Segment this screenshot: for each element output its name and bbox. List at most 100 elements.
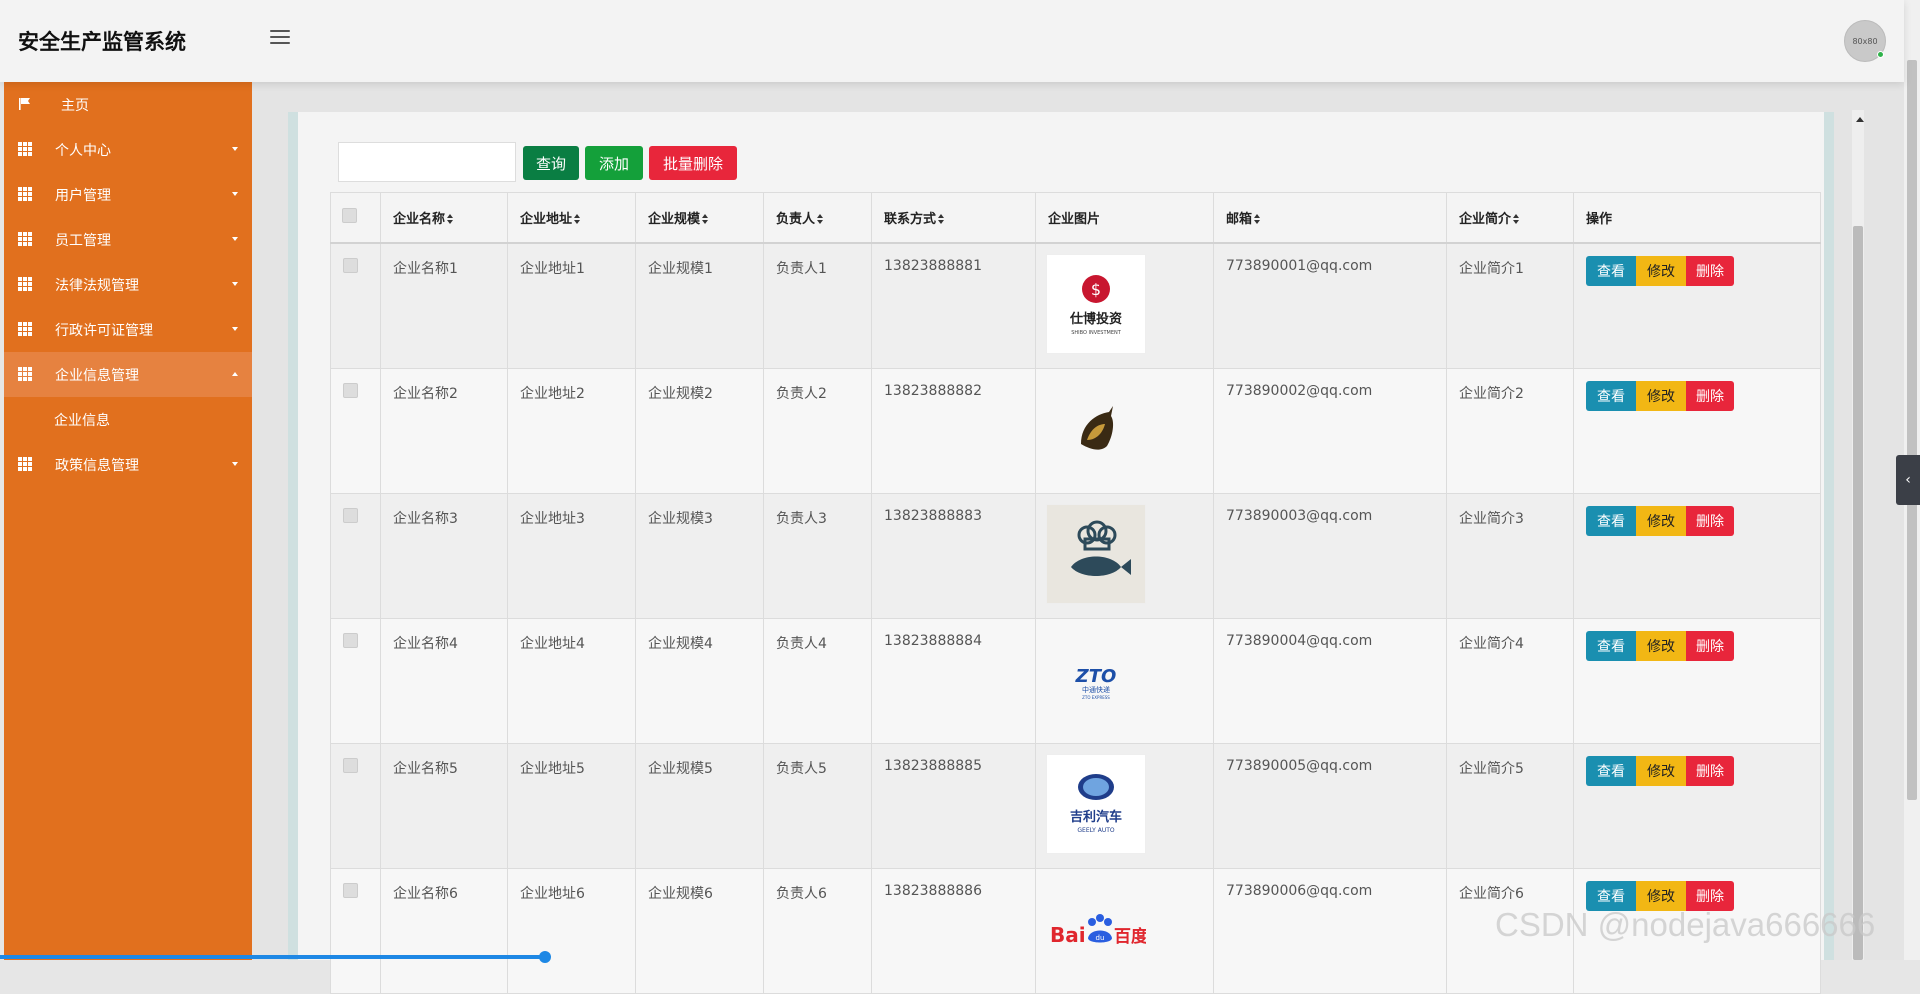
cell-actions: 查看 修改 删除	[1573, 492, 1821, 619]
progress-knob[interactable]	[539, 951, 551, 963]
flag-icon	[19, 98, 30, 110]
chevron-down-icon	[232, 237, 238, 241]
cell-intro: 企业简介1	[1446, 242, 1574, 369]
progress-bar[interactable]	[0, 951, 551, 963]
column-header-label: 企业名称	[393, 211, 446, 227]
sort-icon[interactable]	[447, 214, 454, 225]
view-button[interactable]: 查看	[1586, 630, 1636, 661]
column-header: 操作	[1573, 192, 1821, 244]
column-header[interactable]: 邮箱	[1213, 192, 1447, 244]
column-header-label: 操作	[1586, 211, 1613, 227]
sort-icon[interactable]	[817, 214, 824, 225]
search-input[interactable]	[338, 142, 516, 182]
column-header-label: 负责人	[776, 211, 816, 227]
scroll-up-icon[interactable]	[1856, 117, 1864, 122]
edit-button[interactable]: 修改	[1636, 505, 1686, 536]
row-select-cell	[330, 367, 381, 494]
cell-owner: 负责人3	[763, 492, 872, 619]
view-button[interactable]: 查看	[1586, 380, 1636, 411]
column-header[interactable]: 企业地址	[507, 192, 636, 244]
select-all-checkbox[interactable]	[342, 207, 357, 223]
column-header[interactable]: 联系方式	[871, 192, 1036, 244]
batch-delete-button[interactable]: 批量删除	[649, 146, 737, 180]
menu-toggle-icon[interactable]	[270, 30, 290, 46]
cell-owner: 负责人5	[763, 742, 872, 869]
sidebar-item-employee-management[interactable]: 员工管理	[4, 217, 252, 262]
column-header[interactable]: 负责人	[763, 192, 872, 244]
sort-icon[interactable]	[1513, 214, 1520, 225]
cell-address: 企业地址3	[507, 492, 636, 619]
view-button[interactable]: 查看	[1586, 505, 1636, 536]
row-select-cell	[330, 492, 381, 619]
row-checkbox[interactable]	[343, 632, 358, 648]
row-select-cell	[330, 242, 381, 369]
delete-button[interactable]: 删除	[1686, 380, 1734, 411]
column-header[interactable]: 企业名称	[380, 192, 508, 244]
sidebar-item-laws[interactable]: 法律法规管理	[4, 262, 252, 307]
column-header-label: 企业图片	[1048, 211, 1101, 227]
sidebar-item-label: 员工管理	[55, 232, 111, 249]
chevron-left-icon: ‹	[1905, 472, 1911, 488]
table-row: 企业名称2 企业地址2 企业规模2 负责人2 13823888882 77389…	[330, 367, 1821, 494]
sidebar-item-home[interactable]: 主页	[4, 82, 252, 127]
column-header[interactable]: 企业简介	[1446, 192, 1574, 244]
sidebar-item-label: 企业信息管理	[55, 367, 139, 384]
sidebar-subitem-enterprise-info[interactable]: 企业信息	[4, 397, 252, 442]
sort-icon[interactable]	[938, 214, 945, 225]
delete-button[interactable]: 删除	[1686, 255, 1734, 286]
enterprise-image: Bai du 百度	[1046, 879, 1146, 979]
cell-scale: 企业规模2	[635, 367, 764, 494]
row-checkbox[interactable]	[343, 507, 358, 523]
enterprise-image	[1046, 379, 1146, 479]
row-checkbox[interactable]	[343, 382, 358, 398]
sort-icon[interactable]	[1254, 214, 1261, 225]
logo-text: 百度	[1114, 926, 1146, 947]
delete-button[interactable]: 删除	[1686, 755, 1734, 786]
sidebar-item-policy[interactable]: 政策信息管理	[4, 442, 252, 487]
column-header[interactable]: 企业规模	[635, 192, 764, 244]
edit-button[interactable]: 修改	[1636, 255, 1686, 286]
chevron-down-icon	[232, 282, 238, 286]
view-button[interactable]: 查看	[1586, 755, 1636, 786]
sort-icon[interactable]	[574, 214, 581, 225]
query-button[interactable]: 查询	[523, 146, 579, 180]
sidebar-item-personal-center[interactable]: 个人中心	[4, 127, 252, 172]
delete-button[interactable]: 删除	[1686, 505, 1734, 536]
edit-button[interactable]: 修改	[1636, 755, 1686, 786]
sort-icon[interactable]	[702, 214, 709, 225]
grid-icon	[18, 277, 32, 291]
avatar[interactable]: 80x80	[1844, 20, 1886, 62]
chevron-down-icon	[232, 192, 238, 196]
sidebar-item-user-management[interactable]: 用户管理	[4, 172, 252, 217]
cell-image: ZTO 中通快递 ZTO EXPRESS	[1035, 617, 1214, 744]
column-header-label: 邮箱	[1226, 211, 1253, 227]
collapse-panel-tab[interactable]: ‹	[1896, 455, 1920, 505]
chevron-up-icon	[232, 372, 238, 376]
add-button[interactable]: 添加	[585, 146, 643, 180]
enterprise-image: $ 仕博投资 SHIBO INVESTMENT	[1046, 253, 1146, 354]
sidebar-item-enterprise-info[interactable]: 企业信息管理	[4, 352, 252, 397]
edit-button[interactable]: 修改	[1636, 630, 1686, 661]
delete-button[interactable]: 删除	[1686, 630, 1734, 661]
row-checkbox[interactable]	[343, 257, 358, 273]
cell-intro: 企业简介4	[1446, 617, 1574, 744]
row-checkbox[interactable]	[343, 882, 358, 898]
grid-icon	[18, 367, 32, 381]
main-content: 查询 添加 批量删除 企业名称 企业地址 企业规模 负责人 联系方式 企业图片 …	[252, 82, 1904, 994]
row-checkbox[interactable]	[343, 757, 358, 773]
cell-intro: 企业简介5	[1446, 742, 1574, 869]
sidebar-item-licenses[interactable]: 行政许可证管理	[4, 307, 252, 352]
cell-name: 企业名称4	[380, 617, 508, 744]
cell-phone: 13823888881	[871, 242, 1036, 369]
svg-text:ZTO: ZTO	[1075, 666, 1117, 687]
enterprise-image: ZTO 中通快递 ZTO EXPRESS	[1046, 629, 1146, 729]
table-scrollbar-thumb[interactable]	[1853, 226, 1863, 960]
column-header: 企业图片	[1035, 192, 1214, 244]
logo-text: 中通快递	[1082, 685, 1110, 694]
column-header-label: 企业简介	[1459, 211, 1512, 227]
page-scrollbar-thumb[interactable]	[1907, 60, 1917, 800]
view-button[interactable]: 查看	[1586, 255, 1636, 286]
edit-button[interactable]: 修改	[1636, 380, 1686, 411]
chevron-down-icon	[232, 462, 238, 466]
cell-scale: 企业规模6	[635, 867, 764, 994]
